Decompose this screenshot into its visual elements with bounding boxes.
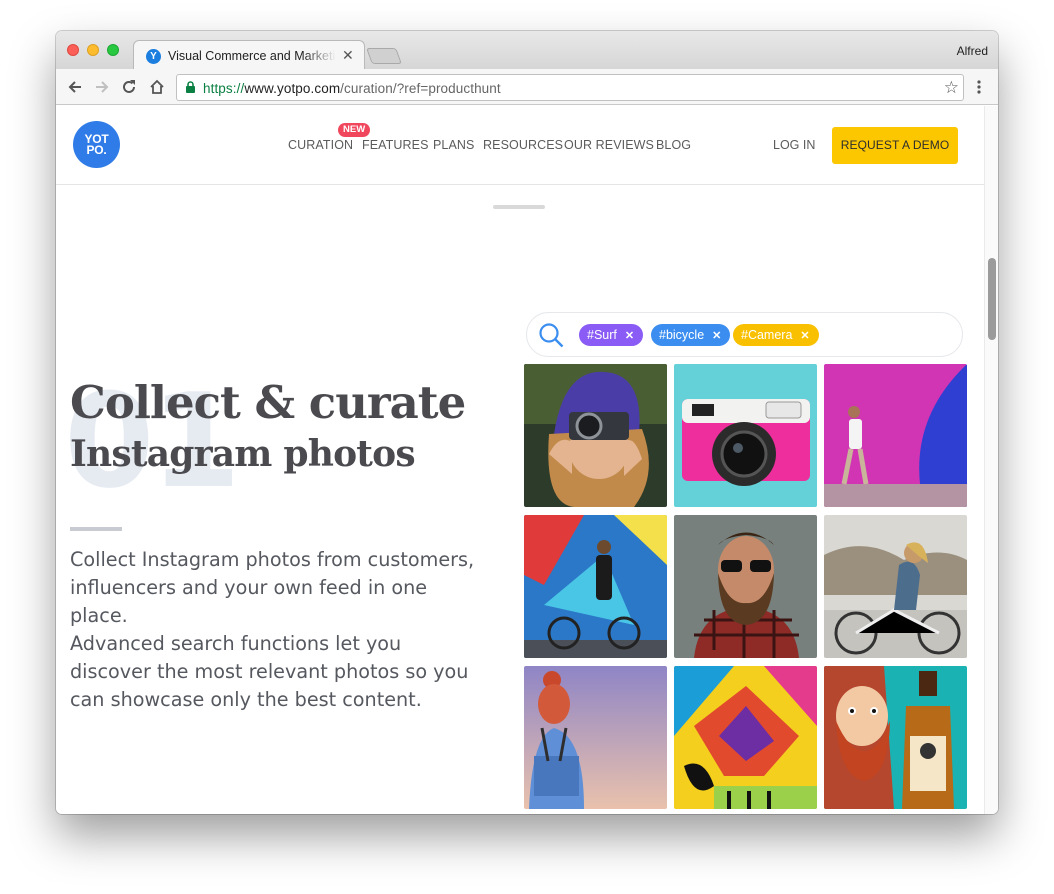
request-demo-button[interactable]: REQUEST A DEMO [832,127,958,164]
bearded-man-mural-photo [824,666,967,809]
description-paragraph-2: Advanced search functions let you discov… [70,632,469,711]
new-badge: NEW [338,123,371,137]
address-bar[interactable]: https://www.yotpo.com/curation/?ref=prod… [176,74,964,101]
tag-label: #bicycle [659,328,705,342]
title-bar: Y Visual Commerce and Marketing ✕ Alfred [56,31,998,70]
photo-tile[interactable] [674,666,817,809]
tab-title: Visual Commerce and Marketing [168,49,336,63]
photo-tile[interactable] [824,666,967,809]
woman-on-bicycle-photo [824,515,967,658]
search-icon [539,323,564,348]
forward-arrow-icon[interactable] [93,78,111,96]
woman-with-camera-photo [524,364,667,507]
photo-tile[interactable] [674,364,817,507]
yotpo-favicon-icon: Y [146,49,161,64]
hashtag-search-bar[interactable]: #Surf ✕ #bicycle ✕ #Camera ✕ [526,312,963,357]
tag-chip-surf[interactable]: #Surf ✕ [579,324,644,346]
yotpo-logo[interactable]: YOT PO. [73,121,120,168]
remove-tag-icon[interactable]: ✕ [712,330,721,342]
tag-chip-camera[interactable]: #Camera ✕ [733,324,819,346]
login-link[interactable]: LOG IN [773,138,815,152]
new-tab-button[interactable] [366,48,402,64]
nav-resources[interactable]: RESOURCES [483,138,563,152]
tag-label: #Surf [587,328,617,342]
nav-our-reviews[interactable]: OUR REVIEWS [564,138,654,152]
close-window-button[interactable] [67,44,79,56]
browser-toolbar: https://www.yotpo.com/curation/?ref=prod… [56,69,998,105]
nav-blog[interactable]: BLOG [656,138,691,152]
colorful-graffiti-photo [674,666,817,809]
photo-tile[interactable] [674,515,817,658]
nav-plans[interactable]: PLANS [433,138,475,152]
bearded-man-sunglasses-photo [674,515,817,658]
section-indicator [493,205,545,209]
web-page: YOT PO. NEW CURATION FEATURES PLANS RESO… [56,106,998,814]
reload-icon[interactable] [120,78,138,96]
lock-icon [186,81,195,93]
bookmark-star-icon[interactable]: ☆ [944,78,959,98]
hero-title: Collect & curate [70,376,466,429]
woman-backpack-sky-photo [524,666,667,809]
hero-description: Collect Instagram photos from customers,… [70,546,480,714]
photo-tile[interactable] [824,364,967,507]
nav-curation[interactable]: CURATION [288,138,353,152]
back-arrow-icon[interactable] [66,78,84,96]
remove-tag-icon[interactable]: ✕ [800,330,809,342]
photo-tile[interactable] [524,364,667,507]
photo-tile[interactable] [524,515,667,658]
logo-line-2: PO. [86,143,107,157]
man-walking-colorful-wall-photo [824,364,967,507]
graffiti-cyclist-photo [524,515,667,658]
pink-camera-photo [674,364,817,507]
page-scrollbar[interactable] [984,106,998,814]
home-icon[interactable] [148,78,166,96]
menu-kebab-icon[interactable] [976,78,982,96]
minimize-window-button[interactable] [87,44,99,56]
description-paragraph-1: Collect Instagram photos from customers,… [70,548,475,627]
browser-tab[interactable]: Y Visual Commerce and Marketing ✕ [133,40,365,70]
hero-subtitle: Instagram photos [70,433,416,475]
zoom-window-button[interactable] [107,44,119,56]
url-text: https://www.yotpo.com/curation/?ref=prod… [203,81,501,96]
site-header: YOT PO. NEW CURATION FEATURES PLANS RESO… [56,106,984,185]
divider [70,527,122,531]
browser-window: Y Visual Commerce and Marketing ✕ Alfred… [56,31,998,814]
profile-name[interactable]: Alfred [957,44,988,58]
tag-chip-bicycle[interactable]: #bicycle ✕ [651,324,731,346]
close-tab-icon[interactable]: ✕ [342,47,354,64]
remove-tag-icon[interactable]: ✕ [625,330,634,342]
scrollbar-thumb[interactable] [988,258,996,340]
photo-tile[interactable] [524,666,667,809]
tag-label: #Camera [741,328,793,342]
nav-features[interactable]: FEATURES [362,138,429,152]
photo-tile[interactable] [824,515,967,658]
